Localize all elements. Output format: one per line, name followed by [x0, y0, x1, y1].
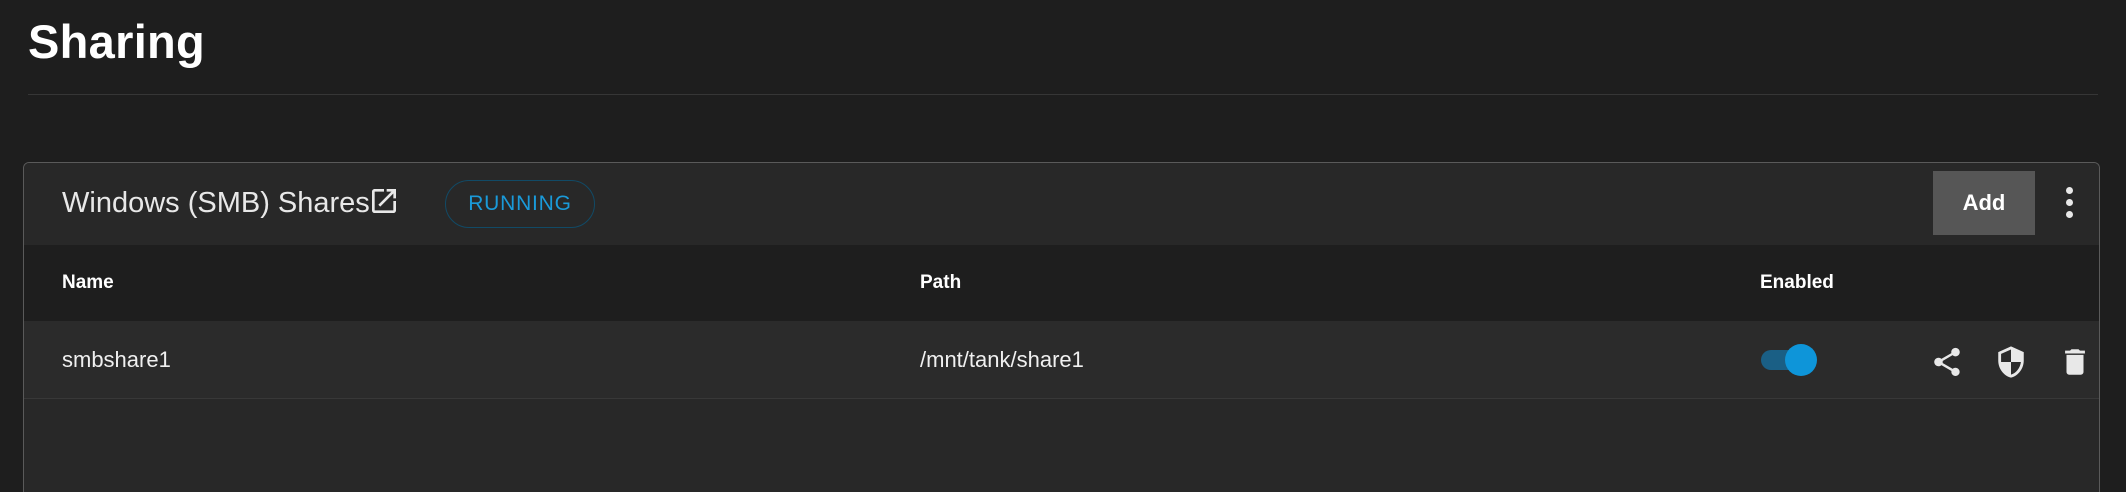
- shield-security-icon[interactable]: [1994, 345, 2028, 379]
- delete-icon[interactable]: [2058, 345, 2092, 379]
- card-header: Windows (SMB) Shares RUNNING Add: [24, 163, 2099, 245]
- column-header-name[interactable]: Name: [62, 272, 114, 294]
- smb-shares-card: Windows (SMB) Shares RUNNING Add Name Pa…: [23, 162, 2100, 492]
- share-icon[interactable]: [1930, 345, 1964, 379]
- column-header-enabled[interactable]: Enabled: [1760, 272, 1834, 294]
- table-row[interactable]: smbshare1 /mnt/tank/share1: [24, 321, 2099, 399]
- enabled-toggle[interactable]: [1759, 342, 1819, 376]
- toggle-knob: [1785, 344, 1817, 376]
- page-title: Sharing: [28, 15, 206, 68]
- status-badge[interactable]: RUNNING: [445, 180, 595, 228]
- table-header: Name Path Enabled: [24, 245, 2099, 321]
- share-path: /mnt/tank/share1: [920, 347, 1084, 372]
- card-title[interactable]: Windows (SMB) Shares: [62, 183, 370, 223]
- more-vertical-icon[interactable]: [2062, 187, 2076, 221]
- share-name: smbshare1: [62, 347, 171, 372]
- open-in-new-icon[interactable]: [368, 185, 400, 217]
- column-header-path[interactable]: Path: [920, 272, 961, 294]
- table-empty-area: [24, 400, 2099, 492]
- page-header: Sharing: [28, 0, 2098, 95]
- add-button[interactable]: Add: [1933, 171, 2035, 235]
